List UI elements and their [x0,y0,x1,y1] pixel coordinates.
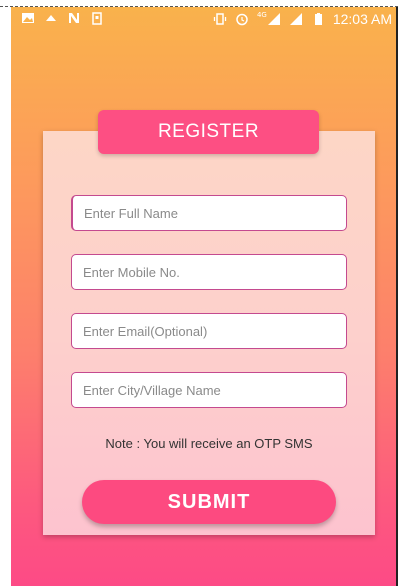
submit-button[interactable]: SUBMIT [82,480,336,524]
image-icon [22,13,34,23]
signal-icon [289,13,302,25]
city-village-input[interactable] [71,372,347,408]
alarm-icon [236,13,248,26]
cloud-icon [46,15,56,21]
battery-saver-icon [92,12,102,25]
otp-note: Note : You will receive an OTP SMS [105,436,313,451]
n-icon [69,13,79,23]
network-type-label: 4G [256,11,267,19]
status-bar-left [21,11,104,25]
screenshot-border [0,0,398,7]
signal-icon [267,13,280,25]
status-bar-right: 4G 12:03 AM [213,11,392,27]
full-name-input[interactable] [71,195,347,231]
status-time: 12:03 AM [332,11,392,27]
email-input[interactable] [71,313,347,349]
battery-icon [314,13,322,25]
app-background: 4G 12:03 AM REGISTER Note : You will rec… [11,7,398,586]
vibrate-icon [213,13,227,25]
status-bar: 4G 12:03 AM [11,7,396,33]
mobile-number-input[interactable] [71,254,347,290]
screen: 4G 12:03 AM REGISTER Note : You will rec… [0,0,398,586]
register-title: REGISTER [98,110,319,154]
